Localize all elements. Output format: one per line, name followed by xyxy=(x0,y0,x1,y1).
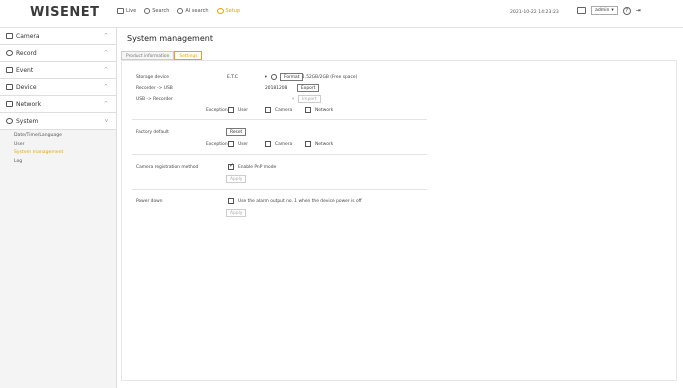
tab-settings[interactable]: Settings xyxy=(174,51,203,60)
system-icon xyxy=(6,118,13,124)
nav-ai-search-label: AI search xyxy=(185,8,209,14)
user-name: admin xyxy=(595,8,610,13)
divider xyxy=(132,119,427,120)
enable-pnp-label: Enable PnP mode xyxy=(238,165,277,170)
nav-live-label: Live xyxy=(126,8,137,14)
chevron-down-icon: ▾ xyxy=(264,75,267,80)
chevron-down-icon: ▾ xyxy=(611,8,614,13)
nav-setup[interactable]: Setup xyxy=(216,8,241,14)
tab-bar: Product information Settings xyxy=(121,51,203,60)
setup-icon xyxy=(216,8,224,14)
sidebar-item-system[interactable]: System v xyxy=(0,113,116,130)
exception-camera-label: Camera xyxy=(275,108,293,113)
exception-label: Exception xyxy=(206,108,228,113)
apply-pnp-button[interactable]: Apply xyxy=(226,175,247,183)
sidebar-item-label: Network xyxy=(16,100,42,108)
search-icon xyxy=(144,8,151,14)
refresh-icon[interactable] xyxy=(271,74,277,80)
power-down-checkbox[interactable] xyxy=(228,198,234,204)
usb-recorder-label: USB -> Recorder xyxy=(136,97,173,102)
nav-setup-label: Setup xyxy=(225,8,241,14)
nav-search[interactable]: Search xyxy=(144,8,169,14)
exception-label: Exception xyxy=(206,142,228,147)
record-icon xyxy=(6,50,13,56)
power-down-label: Power down xyxy=(136,199,163,204)
nav-live[interactable]: Live xyxy=(117,8,136,14)
factory-exception-camera-checkbox[interactable] xyxy=(265,141,271,147)
sidebar-item-event[interactable]: Event ^ xyxy=(0,62,116,79)
factory-exception-user-checkbox[interactable] xyxy=(228,141,234,147)
chevron-up-icon: ^ xyxy=(103,33,108,39)
top-nav: Live Search AI search Setup xyxy=(117,8,240,14)
sidebar: Camera ^ Record ^ Event ^ Device ^ Network ^ … xyxy=(0,28,117,388)
exception-user-checkbox[interactable] xyxy=(228,107,234,113)
user-icon[interactable] xyxy=(577,7,586,14)
datetime: 2021-10-22 14:23:23 xyxy=(510,10,559,15)
logo: WISENET xyxy=(30,5,100,20)
factory-exception-camera-label: Camera xyxy=(275,142,293,147)
factory-exception-user-label: User xyxy=(238,142,249,147)
storage-device-label: Storage device xyxy=(136,75,169,80)
export-button[interactable]: Export xyxy=(297,84,320,92)
submenu-log[interactable]: Log xyxy=(14,159,116,168)
tab-product-information[interactable]: Product information xyxy=(121,51,175,60)
sidebar-item-network[interactable]: Network ^ xyxy=(0,96,116,113)
factory-exception-network-label: Network xyxy=(315,142,334,147)
submenu-system-management[interactable]: System management xyxy=(14,150,116,159)
device-icon xyxy=(6,84,13,90)
monitor-icon xyxy=(117,8,124,14)
storage-info: 1.52GB/2GB (Free space) xyxy=(302,75,358,80)
reset-button[interactable]: Reset xyxy=(226,128,247,136)
apply-power-down-button[interactable]: Apply xyxy=(226,209,247,217)
sidebar-item-device[interactable]: Device ^ xyxy=(0,79,116,96)
chevron-up-icon: ^ xyxy=(103,84,108,90)
submenu-user[interactable]: User xyxy=(14,142,116,151)
sidebar-item-label: System xyxy=(16,117,39,125)
storage-device-value: E.T.C xyxy=(227,75,238,80)
user-dropdown[interactable]: admin ▾ xyxy=(591,6,618,15)
camera-icon xyxy=(6,33,13,39)
nav-ai-search[interactable]: AI search xyxy=(177,8,209,14)
main-panel: System management Product information Se… xyxy=(117,28,683,388)
factory-default-label: Factory default xyxy=(136,130,169,135)
recorder-usb-value[interactable]: 20181208 xyxy=(265,85,287,92)
page-title: System management xyxy=(127,34,213,43)
camera-registration-label: Camera registration method xyxy=(136,165,199,170)
sidebar-item-record[interactable]: Record ^ xyxy=(0,45,116,62)
help-icon[interactable]: ? xyxy=(622,6,631,15)
network-icon xyxy=(6,101,13,107)
divider xyxy=(132,154,427,155)
top-bar: WISENET Live Search AI search Setup 2021… xyxy=(0,0,683,28)
divider xyxy=(132,189,427,190)
recorder-usb-label: Recorder -> USB xyxy=(136,86,173,91)
chevron-down-icon[interactable]: ▾ xyxy=(292,96,294,103)
power-down-text: Use the alarm output no. 1 when the devi… xyxy=(238,199,362,204)
settings-panel: Storage device E.T.C ▾ Format 1.52GB/2GB … xyxy=(121,60,677,381)
user-area: admin ▾ ? ⇥ xyxy=(577,6,641,15)
event-icon xyxy=(6,67,13,73)
format-button[interactable]: Format xyxy=(280,73,304,81)
chevron-up-icon: ^ xyxy=(103,101,108,107)
storage-device-select[interactable]: E.T.C ▾ xyxy=(227,74,267,81)
sidebar-item-label: Device xyxy=(16,83,37,91)
chevron-down-icon: v xyxy=(105,118,108,124)
sidebar-item-label: Record xyxy=(16,49,37,57)
sidebar-item-label: Event xyxy=(16,66,34,74)
exception-network-checkbox[interactable] xyxy=(305,107,311,113)
sidebar-item-camera[interactable]: Camera ^ xyxy=(0,28,116,45)
nav-search-label: Search xyxy=(152,8,170,14)
chevron-up-icon: ^ xyxy=(103,50,108,56)
enable-pnp-checkbox[interactable] xyxy=(228,162,234,170)
exception-user-label: User xyxy=(238,108,249,113)
submenu-date-time-language[interactable]: Date/Time/Language xyxy=(14,133,116,142)
system-submenu: Date/Time/Language User System managemen… xyxy=(0,130,116,167)
exception-camera-checkbox[interactable] xyxy=(265,107,271,113)
import-button[interactable]: Import xyxy=(298,95,321,103)
sidebar-item-label: Camera xyxy=(16,32,40,40)
factory-exception-network-checkbox[interactable] xyxy=(305,141,311,147)
ai-search-icon xyxy=(177,8,184,14)
exception-network-label: Network xyxy=(315,108,334,113)
logout-icon[interactable]: ⇥ xyxy=(636,7,641,14)
chevron-up-icon: ^ xyxy=(103,67,108,73)
